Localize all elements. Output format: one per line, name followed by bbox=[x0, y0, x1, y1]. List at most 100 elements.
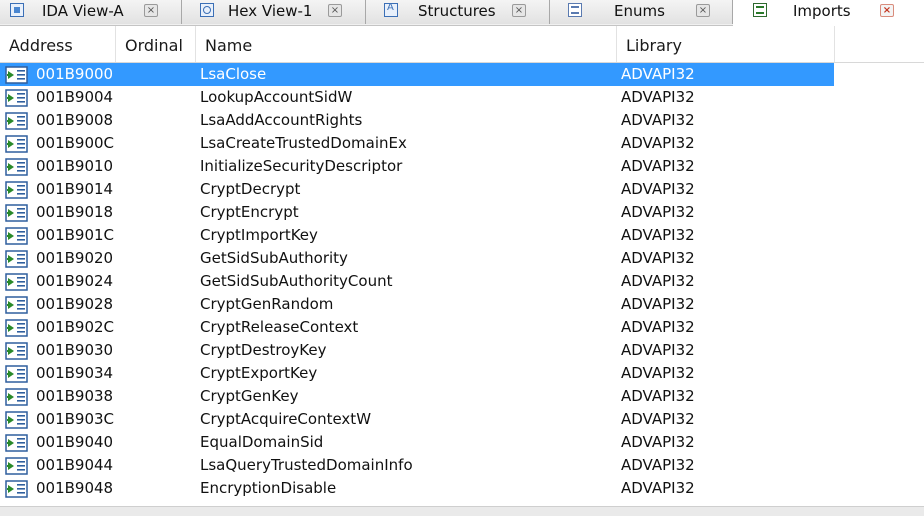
name-cell: CryptImportKey bbox=[200, 226, 318, 244]
tab-structures[interactable]: Structures × bbox=[366, 0, 550, 24]
address-cell: 001B9004 bbox=[36, 88, 114, 106]
column-header-ordinal[interactable]: Ordinal bbox=[116, 26, 196, 62]
table-row[interactable]: 001B9000 LsaClose ADVAPI32 bbox=[0, 63, 834, 86]
import-function-icon bbox=[5, 296, 28, 314]
name-cell: CryptExportKey bbox=[200, 364, 318, 382]
address-cell: 001B903C bbox=[36, 410, 115, 428]
tab-label: Structures bbox=[418, 2, 496, 20]
import-function-icon bbox=[5, 434, 28, 452]
tab-ida-view-a[interactable]: IDA View-A × bbox=[0, 0, 182, 24]
table-row[interactable]: 001B9008 LsaAddAccountRights ADVAPI32 bbox=[0, 109, 834, 132]
library-cell: ADVAPI32 bbox=[621, 318, 695, 336]
library-cell: ADVAPI32 bbox=[621, 111, 695, 129]
imports-icon bbox=[753, 3, 767, 17]
tab-imports[interactable]: Imports × bbox=[733, 0, 924, 26]
import-function-icon bbox=[5, 158, 28, 176]
imports-list: 001B9000 LsaClose ADVAPI32 001B9004 Look… bbox=[0, 63, 924, 508]
table-row[interactable]: 001B900C LsaCreateTrustedDomainEx ADVAPI… bbox=[0, 132, 834, 155]
tab-enums[interactable]: Enums × bbox=[550, 0, 733, 24]
library-cell: ADVAPI32 bbox=[621, 433, 695, 451]
name-cell: CryptAcquireContextW bbox=[200, 410, 372, 428]
column-header-library[interactable]: Library bbox=[617, 26, 835, 62]
import-function-icon bbox=[5, 250, 28, 268]
table-row[interactable]: 001B9028 CryptGenRandom ADVAPI32 bbox=[0, 293, 834, 316]
address-cell: 001B9020 bbox=[36, 249, 114, 267]
close-icon[interactable]: × bbox=[880, 4, 894, 17]
ida-view-icon bbox=[10, 3, 24, 17]
address-cell: 001B9038 bbox=[36, 387, 114, 405]
library-cell: ADVAPI32 bbox=[621, 157, 695, 175]
import-function-icon bbox=[5, 112, 28, 130]
close-icon[interactable]: × bbox=[696, 4, 710, 17]
table-row[interactable]: 001B9010 InitializeSecurityDescriptor AD… bbox=[0, 155, 834, 178]
library-cell: ADVAPI32 bbox=[621, 387, 695, 405]
import-function-icon bbox=[5, 480, 28, 498]
tab-label: IDA View-A bbox=[42, 2, 124, 20]
table-row[interactable]: 001B9018 CryptEncrypt ADVAPI32 bbox=[0, 201, 834, 224]
table-row[interactable]: 001B9030 CryptDestroyKey ADVAPI32 bbox=[0, 339, 834, 362]
name-cell: InitializeSecurityDescriptor bbox=[200, 157, 403, 175]
library-cell: ADVAPI32 bbox=[621, 249, 695, 267]
name-cell: LsaQueryTrustedDomainInfo bbox=[200, 456, 413, 474]
name-cell: LsaClose bbox=[200, 65, 267, 83]
library-cell: ADVAPI32 bbox=[621, 203, 695, 221]
import-function-icon bbox=[5, 388, 28, 406]
tab-bar: IDA View-A × Hex View-1 × Structures × E… bbox=[0, 0, 924, 26]
name-cell: CryptEncrypt bbox=[200, 203, 299, 221]
name-cell: CryptDecrypt bbox=[200, 180, 301, 198]
name-cell: CryptGenRandom bbox=[200, 295, 334, 313]
horizontal-scrollbar[interactable] bbox=[0, 506, 924, 516]
tab-label: Imports bbox=[793, 2, 851, 20]
import-function-icon bbox=[5, 319, 28, 337]
table-row[interactable]: 001B9020 GetSidSubAuthority ADVAPI32 bbox=[0, 247, 834, 270]
address-cell: 001B9044 bbox=[36, 456, 114, 474]
table-row[interactable]: 001B902C CryptReleaseContext ADVAPI32 bbox=[0, 316, 834, 339]
tab-hex-view-1[interactable]: Hex View-1 × bbox=[182, 0, 366, 24]
table-row[interactable]: 001B903C CryptAcquireContextW ADVAPI32 bbox=[0, 408, 834, 431]
import-function-icon bbox=[5, 89, 28, 107]
library-cell: ADVAPI32 bbox=[621, 180, 695, 198]
name-cell: LookupAccountSidW bbox=[200, 88, 353, 106]
table-row[interactable]: 001B9014 CryptDecrypt ADVAPI32 bbox=[0, 178, 834, 201]
close-icon[interactable]: × bbox=[328, 4, 342, 17]
address-cell: 001B9028 bbox=[36, 295, 114, 313]
name-cell: CryptGenKey bbox=[200, 387, 299, 405]
close-icon[interactable]: × bbox=[144, 4, 158, 17]
import-function-icon bbox=[5, 66, 28, 84]
address-cell: 001B9000 bbox=[36, 65, 114, 83]
library-cell: ADVAPI32 bbox=[621, 272, 695, 290]
import-function-icon bbox=[5, 227, 28, 245]
table-row[interactable]: 001B9034 CryptExportKey ADVAPI32 bbox=[0, 362, 834, 385]
structures-icon bbox=[384, 2, 398, 17]
table-row[interactable]: 001B901C CryptImportKey ADVAPI32 bbox=[0, 224, 834, 247]
name-cell: LsaCreateTrustedDomainEx bbox=[200, 134, 407, 152]
column-header-address[interactable]: Address bbox=[0, 26, 116, 62]
library-cell: ADVAPI32 bbox=[621, 341, 695, 359]
table-row[interactable]: 001B9044 LsaQueryTrustedDomainInfo ADVAP… bbox=[0, 454, 834, 477]
address-cell: 001B9024 bbox=[36, 272, 114, 290]
table-row[interactable]: 001B9048 EncryptionDisable ADVAPI32 bbox=[0, 477, 834, 500]
library-cell: ADVAPI32 bbox=[621, 364, 695, 382]
table-row[interactable]: 001B9038 CryptGenKey ADVAPI32 bbox=[0, 385, 834, 408]
address-cell: 001B9014 bbox=[36, 180, 114, 198]
library-cell: ADVAPI32 bbox=[621, 295, 695, 313]
table-header: Address Ordinal Name Library bbox=[0, 26, 924, 63]
table-row[interactable]: 001B9004 LookupAccountSidW ADVAPI32 bbox=[0, 86, 834, 109]
table-row[interactable]: 001B9024 GetSidSubAuthorityCount ADVAPI3… bbox=[0, 270, 834, 293]
address-cell: 001B9034 bbox=[36, 364, 114, 382]
close-icon[interactable]: × bbox=[512, 4, 526, 17]
tab-label: Enums bbox=[614, 2, 665, 20]
column-header-name[interactable]: Name bbox=[196, 26, 617, 62]
name-cell: GetSidSubAuthorityCount bbox=[200, 272, 393, 290]
library-cell: ADVAPI32 bbox=[621, 479, 695, 497]
tab-label: Hex View-1 bbox=[228, 2, 313, 20]
address-cell: 001B901C bbox=[36, 226, 115, 244]
table-row[interactable]: 001B9040 EqualDomainSid ADVAPI32 bbox=[0, 431, 834, 454]
address-cell: 001B9018 bbox=[36, 203, 114, 221]
import-function-icon bbox=[5, 457, 28, 475]
hex-view-icon bbox=[200, 3, 214, 17]
import-function-icon bbox=[5, 365, 28, 383]
library-cell: ADVAPI32 bbox=[621, 134, 695, 152]
address-cell: 001B9008 bbox=[36, 111, 114, 129]
address-cell: 001B9030 bbox=[36, 341, 114, 359]
